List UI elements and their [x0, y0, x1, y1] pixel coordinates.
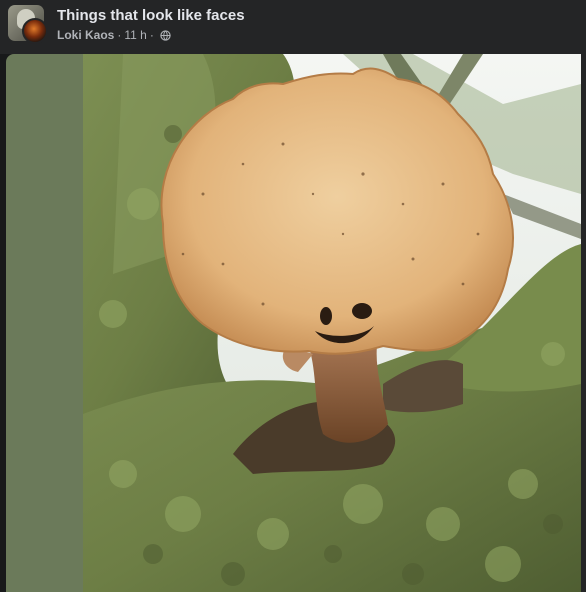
- photo-illustration: [83, 54, 581, 592]
- post-media-area: [0, 54, 586, 592]
- media-side-panel: [6, 54, 83, 592]
- post-header: Things that look like faces Loki Kaos · …: [0, 0, 586, 54]
- post-meta: Loki Kaos · 11 h ·: [57, 28, 171, 42]
- face-left-eye: [320, 307, 332, 325]
- globe-icon: [160, 29, 171, 41]
- post-photo[interactable]: [83, 54, 581, 592]
- media-right-edge: [581, 54, 586, 592]
- author-link[interactable]: Loki Kaos: [57, 28, 114, 42]
- meta-separator: ·: [117, 28, 122, 42]
- group-name-link[interactable]: Things that look like faces: [57, 7, 245, 24]
- user-avatar[interactable]: [22, 18, 48, 44]
- post-timestamp[interactable]: 11 h: [124, 28, 146, 42]
- face-right-eye: [352, 303, 372, 319]
- meta-separator-2: ·: [149, 28, 154, 42]
